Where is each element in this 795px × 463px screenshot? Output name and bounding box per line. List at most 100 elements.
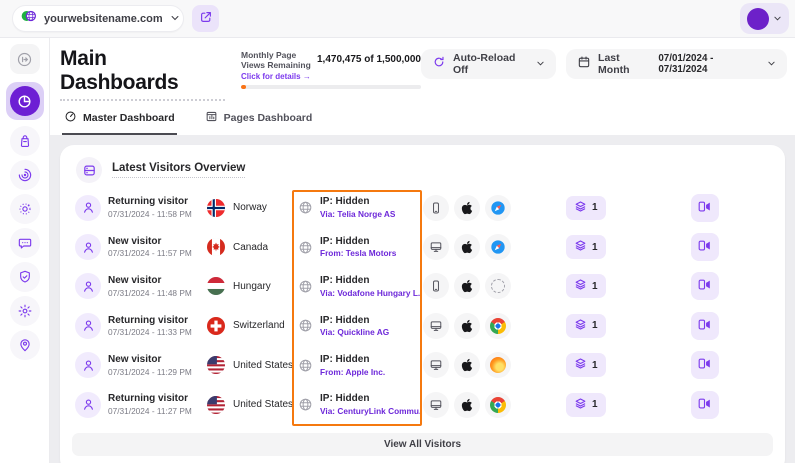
layers-icon [574, 318, 587, 334]
latest-visitors-module-icon [76, 157, 102, 183]
sidebar-item-dashboards[interactable] [6, 82, 44, 120]
visitor-journey-button[interactable] [691, 391, 719, 419]
visitor-avatar-icon [75, 313, 101, 339]
browser-icon [485, 313, 511, 339]
gauge-icon [64, 110, 77, 126]
country-flag-icon [207, 199, 225, 217]
sidebar-item-ecommerce[interactable] [10, 126, 40, 156]
isp-link[interactable]: Via: Telia Norge AS [320, 209, 395, 219]
browser-icon [485, 195, 511, 221]
isp-link[interactable]: Via: Vodafone Hungary L... [320, 288, 420, 298]
layers-icon [574, 239, 587, 255]
pages-count: 1 [592, 399, 598, 410]
device-icon [423, 313, 449, 339]
visitor-journey-button[interactable] [691, 194, 719, 222]
visitor-row: New visitor 07/31/2024 - 11:48 PM Hungar… [60, 267, 785, 306]
visitor-journey-button[interactable] [691, 272, 719, 300]
ip-label: IP: Hidden [320, 393, 420, 404]
sidebar-item-behavior[interactable] [10, 194, 40, 224]
tab-pages-dashboard[interactable]: Pages Dashboard [203, 107, 315, 135]
ip-label: IP: Hidden [320, 315, 389, 326]
visitor-journey-button[interactable] [691, 351, 719, 379]
sidebar [0, 38, 50, 463]
content-area: Latest Visitors Overview Returning visit… [50, 135, 795, 463]
journey-icon [697, 396, 712, 414]
pages-count-badge[interactable]: 1 [566, 274, 606, 298]
os-icon [454, 392, 480, 418]
os-icon [454, 352, 480, 378]
ip-info: IP: Hidden From: Tesla Motors [284, 236, 414, 259]
latest-visitors-card: Latest Visitors Overview Returning visit… [60, 145, 785, 463]
sidebar-item-collapse[interactable] [10, 44, 40, 74]
browser-icon [485, 392, 511, 418]
open-website-button[interactable] [192, 5, 219, 32]
sidebar-item-visitors[interactable] [10, 160, 40, 190]
os-icon [454, 195, 480, 221]
site-favicon-icon [21, 8, 37, 29]
date-range-dropdown[interactable]: Last Month 07/01/2024 - 07/31/2024 [566, 49, 787, 79]
isp-link[interactable]: From: Tesla Motors [320, 248, 396, 258]
isp-link[interactable]: From: Apple Inc. [320, 367, 385, 377]
country-name: Canada [233, 242, 284, 253]
sidebar-item-support[interactable] [10, 330, 40, 360]
visitor-rows: Returning visitor 07/31/2024 - 11:58 PM … [60, 188, 785, 424]
visitor-journey-button[interactable] [691, 312, 719, 340]
open-in-new-icon [199, 10, 213, 27]
country-name: United States [233, 360, 284, 371]
pages-count-badge[interactable]: 1 [566, 353, 606, 377]
monthly-views-value: 1,470,475 of 1,500,000 [317, 54, 421, 65]
visitor-journey-button[interactable] [691, 233, 719, 261]
auto-reload-label: Auto-Reload Off [453, 52, 529, 76]
date-range-label: Last Month [598, 52, 651, 76]
browser-icon [485, 234, 511, 260]
auto-reload-dropdown[interactable]: Auto-Reload Off [421, 49, 556, 79]
visit-datetime: 07/31/2024 - 11:27 PM [108, 406, 193, 416]
journey-icon [697, 199, 712, 217]
layers-icon [574, 278, 587, 294]
device-icon [423, 195, 449, 221]
country-flag-icon [207, 277, 225, 295]
journey-icon [697, 317, 712, 335]
ip-info: IP: Hidden Via: Vodafone Hungary L... [284, 275, 414, 298]
pages-count-badge[interactable]: 1 [566, 314, 606, 338]
pages-count: 1 [592, 242, 598, 253]
website-selector[interactable]: yourwebsitename.com [12, 5, 184, 32]
ip-info: IP: Hidden Via: CenturyLink Commu... [284, 393, 414, 416]
pages-count: 1 [592, 281, 598, 292]
click-for-details-link[interactable]: Click for details → [241, 72, 317, 81]
website-name: yourwebsitename.com [44, 13, 163, 25]
isp-link[interactable]: Via: Quickline AG [320, 327, 389, 337]
chevron-down-icon [767, 55, 776, 73]
tab-label: Pages Dashboard [224, 112, 313, 124]
os-icon [454, 313, 480, 339]
country-name: Switzerland [233, 320, 284, 331]
isp-link[interactable]: Via: CenturyLink Commu... [320, 406, 420, 416]
visit-datetime: 07/31/2024 - 11:29 PM [108, 367, 193, 377]
refresh-icon [432, 55, 446, 74]
pages-count-badge[interactable]: 1 [566, 196, 606, 220]
visitor-type: New visitor [108, 236, 193, 247]
sidebar-item-settings[interactable] [10, 296, 40, 326]
tab-label: Master Dashboard [83, 112, 175, 124]
tab-master-dashboard[interactable]: Master Dashboard [62, 107, 177, 135]
sidebar-item-privacy[interactable] [10, 262, 40, 292]
pages-count-badge[interactable]: 1 [566, 393, 606, 417]
account-menu[interactable] [740, 3, 789, 34]
device-icon [423, 352, 449, 378]
visitor-row: New visitor 07/31/2024 - 11:57 PM Canada… [60, 227, 785, 266]
view-all-visitors-button[interactable]: View All Visitors [72, 433, 773, 456]
pages-count: 1 [592, 360, 598, 371]
visit-datetime: 07/31/2024 - 11:48 PM [108, 288, 193, 298]
device-icon [423, 392, 449, 418]
ip-label: IP: Hidden [320, 236, 396, 247]
visitor-avatar-icon [75, 392, 101, 418]
sidebar-item-communication[interactable] [10, 228, 40, 258]
visit-datetime: 07/31/2024 - 11:33 PM [108, 327, 193, 337]
visitor-type: New visitor [108, 275, 193, 286]
page-header: Main Dashboards Monthly Page Views Remai… [50, 38, 795, 101]
globe-icon [297, 278, 313, 294]
journey-icon [697, 277, 712, 295]
globe-icon [297, 200, 313, 216]
pages-count-badge[interactable]: 1 [566, 235, 606, 259]
chevron-down-icon [170, 10, 180, 28]
